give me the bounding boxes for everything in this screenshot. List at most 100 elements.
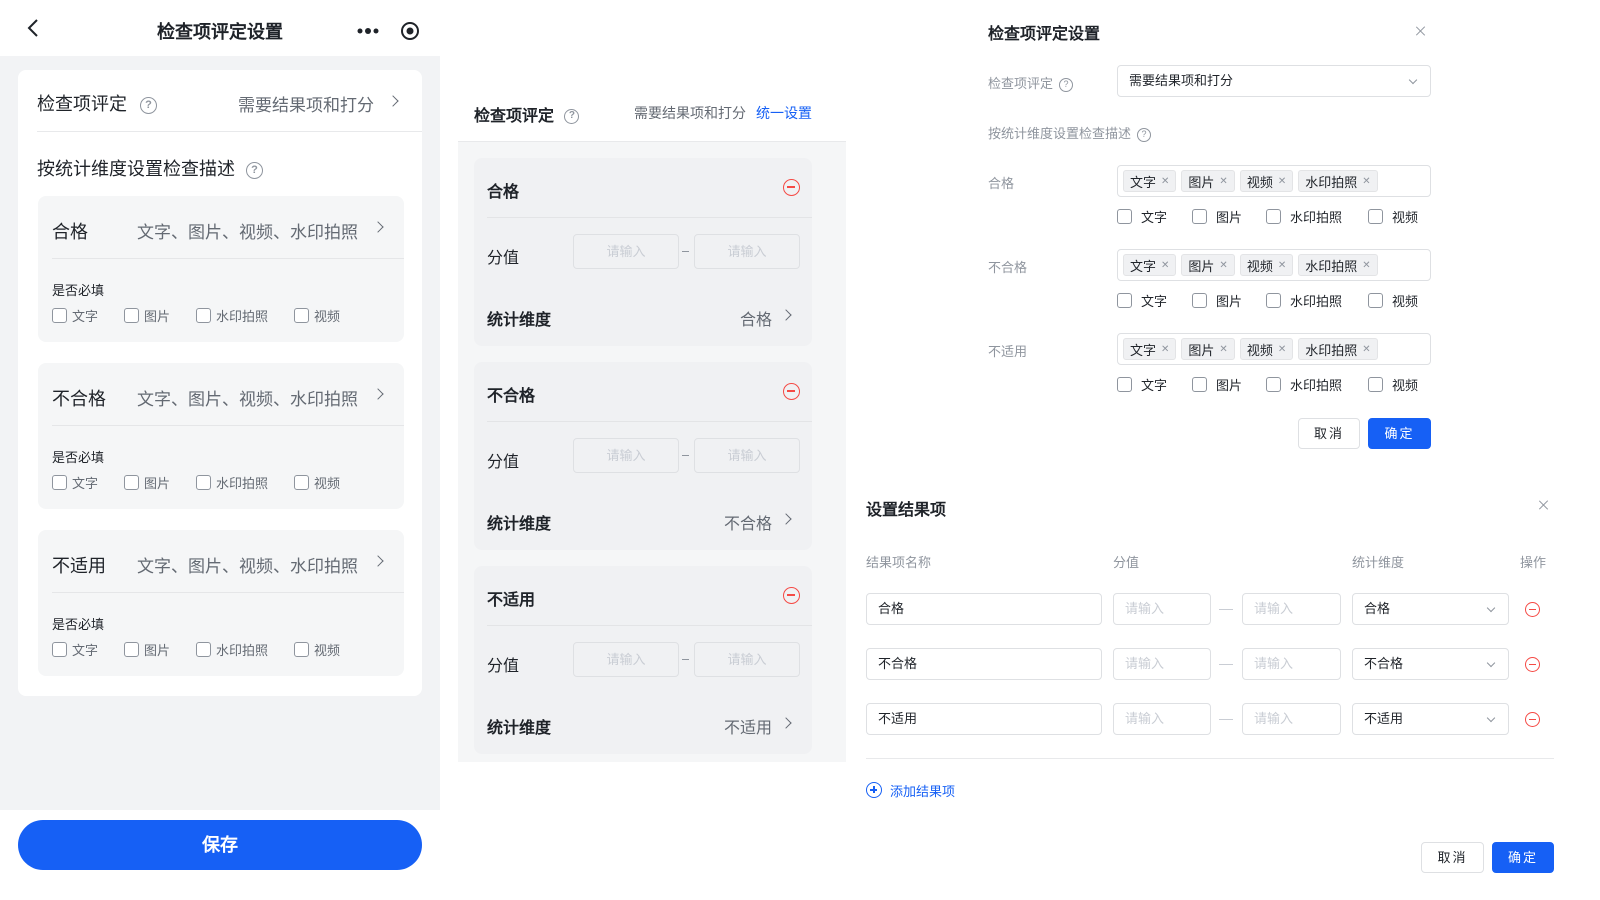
checkbox-text[interactable]: 文字	[52, 306, 98, 325]
confirm-button[interactable]: 确定	[1492, 842, 1554, 873]
checkbox-box[interactable]	[196, 642, 212, 657]
score-max-input[interactable]: 请输入	[1242, 703, 1341, 735]
eval-row[interactable]: 检查项评定 ?	[37, 90, 158, 116]
checkbox-image[interactable]: 图片	[1192, 207, 1266, 226]
checkbox-box[interactable]	[124, 308, 140, 323]
help-icon[interactable]: ?	[246, 161, 264, 179]
checkbox-watermark[interactable]: 水印拍照	[196, 640, 268, 659]
checkbox-box[interactable]	[1266, 209, 1281, 224]
checkbox-text[interactable]: 文字	[1117, 291, 1192, 310]
score-min-input[interactable]: 请输入	[1113, 703, 1211, 735]
help-icon[interactable]: ?	[1059, 77, 1074, 92]
confirm-button[interactable]: 确定	[1368, 418, 1431, 449]
checkbox-box[interactable]	[1117, 209, 1132, 224]
tag-close-icon[interactable]: ✕	[1219, 176, 1227, 187]
result-name-input[interactable]: 不适用	[866, 703, 1102, 735]
score-max-input[interactable]: 请输入	[1242, 648, 1341, 680]
checkbox-image[interactable]: 图片	[124, 640, 170, 659]
checkbox-box[interactable]	[52, 475, 67, 490]
remove-row-icon[interactable]	[1525, 712, 1540, 727]
score-max-input[interactable]: 请输入	[694, 642, 800, 677]
remove-row-icon[interactable]	[1525, 602, 1540, 617]
checkbox-box[interactable]	[1192, 293, 1207, 308]
save-button[interactable]: 保存	[18, 820, 422, 870]
checkbox-box[interactable]	[1117, 293, 1132, 308]
tag-close-icon[interactable]: ✕	[1362, 176, 1370, 187]
tag-close-icon[interactable]: ✕	[1278, 260, 1286, 271]
dimension-value[interactable]: 不适用	[724, 714, 772, 738]
checkbox-watermark[interactable]: 水印拍照	[1266, 375, 1368, 394]
checkbox-box[interactable]	[124, 642, 140, 657]
checkbox-box[interactable]	[1266, 293, 1281, 308]
checkbox-video[interactable]: 视频	[1368, 291, 1418, 310]
tag-select[interactable]: 文字 ✕ 图片 ✕ 视频 ✕ 水印拍照 ✕	[1117, 333, 1431, 365]
tag-close-icon[interactable]: ✕	[1161, 260, 1169, 271]
tag-close-icon[interactable]: ✕	[1161, 176, 1169, 187]
checkbox-text[interactable]: 文字	[52, 473, 98, 492]
group-value[interactable]: 文字、图片、视频、水印拍照	[137, 218, 358, 243]
checkbox-image[interactable]: 图片	[124, 473, 170, 492]
checkbox-box[interactable]	[1368, 209, 1383, 224]
checkbox-box[interactable]	[1192, 377, 1207, 392]
result-name-input[interactable]: 不合格	[866, 648, 1102, 680]
target-icon[interactable]	[400, 21, 420, 41]
help-icon[interactable]: ?	[140, 96, 158, 114]
checkbox-box[interactable]	[1192, 209, 1207, 224]
checkbox-box[interactable]	[124, 475, 140, 490]
checkbox-image[interactable]: 图片	[1192, 291, 1266, 310]
score-max-input[interactable]: 请输入	[1242, 593, 1341, 625]
add-result-button[interactable]: 添加结果项	[866, 781, 955, 799]
checkbox-box[interactable]	[1117, 377, 1132, 392]
dimension-select[interactable]: 合格	[1352, 593, 1509, 625]
dimension-value[interactable]: 合格	[740, 306, 772, 330]
checkbox-box[interactable]	[1368, 377, 1383, 392]
cancel-button[interactable]: 取消	[1421, 842, 1484, 873]
checkbox-box[interactable]	[52, 308, 67, 323]
checkbox-watermark[interactable]: 水印拍照	[196, 473, 268, 492]
tag-select[interactable]: 文字 ✕ 图片 ✕ 视频 ✕ 水印拍照 ✕	[1117, 165, 1431, 197]
checkbox-text[interactable]: 文字	[1117, 207, 1192, 226]
checkbox-box[interactable]	[294, 642, 310, 657]
remove-icon[interactable]	[783, 383, 800, 400]
dimension-select[interactable]: 不适用	[1352, 703, 1509, 735]
checkbox-watermark[interactable]: 水印拍照	[1266, 291, 1368, 310]
tag-close-icon[interactable]: ✕	[1362, 260, 1370, 271]
score-max-input[interactable]: 请输入	[694, 438, 800, 473]
checkbox-box[interactable]	[294, 308, 310, 323]
checkbox-watermark[interactable]: 水印拍照	[1266, 207, 1368, 226]
score-min-input[interactable]: 请输入	[573, 438, 679, 473]
checkbox-watermark[interactable]: 水印拍照	[196, 306, 268, 325]
checkbox-box[interactable]	[1266, 377, 1281, 392]
help-icon[interactable]: ?	[564, 109, 580, 125]
close-icon[interactable]	[1538, 500, 1548, 510]
checkbox-text[interactable]: 文字	[1117, 375, 1192, 394]
checkbox-text[interactable]: 文字	[52, 640, 98, 659]
score-max-input[interactable]: 请输入	[694, 234, 800, 269]
checkbox-video[interactable]: 视频	[1368, 207, 1418, 226]
score-min-input[interactable]: 请输入	[573, 642, 679, 677]
score-min-input[interactable]: 请输入	[1113, 648, 1211, 680]
group-value[interactable]: 文字、图片、视频、水印拍照	[137, 385, 358, 410]
close-icon[interactable]	[1415, 26, 1425, 36]
cancel-button[interactable]: 取消	[1298, 418, 1360, 449]
remove-icon[interactable]	[783, 179, 800, 196]
tag-close-icon[interactable]: ✕	[1219, 260, 1227, 271]
tag-close-icon[interactable]: ✕	[1278, 344, 1286, 355]
tag-select[interactable]: 文字 ✕ 图片 ✕ 视频 ✕ 水印拍照 ✕	[1117, 249, 1431, 281]
dimension-value[interactable]: 不合格	[724, 510, 772, 534]
checkbox-video[interactable]: 视频	[294, 306, 340, 325]
checkbox-video[interactable]: 视频	[1368, 375, 1418, 394]
eval-select[interactable]: 需要结果项和打分	[1117, 65, 1431, 97]
remove-row-icon[interactable]	[1525, 657, 1540, 672]
checkbox-image[interactable]: 图片	[1192, 375, 1266, 394]
more-dots-icon[interactable]	[357, 27, 379, 35]
dimension-select[interactable]: 不合格	[1352, 648, 1509, 680]
group-value[interactable]: 文字、图片、视频、水印拍照	[137, 552, 358, 577]
checkbox-box[interactable]	[196, 308, 212, 323]
score-min-input[interactable]: 请输入	[573, 234, 679, 269]
tag-close-icon[interactable]: ✕	[1362, 344, 1370, 355]
checkbox-image[interactable]: 图片	[124, 306, 170, 325]
tag-close-icon[interactable]: ✕	[1278, 176, 1286, 187]
checkbox-box[interactable]	[1368, 293, 1383, 308]
checkbox-box[interactable]	[196, 475, 212, 490]
